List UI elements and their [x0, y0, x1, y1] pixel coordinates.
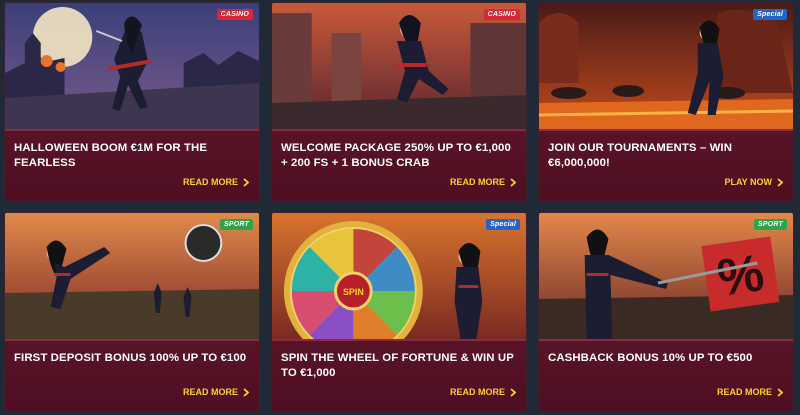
cta-label: READ MORE: [182, 177, 238, 187]
chevron-right-icon: [510, 387, 516, 397]
special-badge: Special: [486, 219, 520, 230]
cta-label: PLAY NOW: [724, 177, 772, 187]
promo-image-cashback[interactable]: % SPORT: [539, 213, 793, 339]
cta-label: READ MORE: [449, 177, 505, 187]
promo-image-first-deposit[interactable]: SPORT: [5, 213, 259, 339]
promo-card-wheel-of-fortune[interactable]: SPIN Special SPIN THE WHEEL OF FORTUNE &…: [271, 212, 527, 412]
promo-image-wheel[interactable]: SPIN Special: [272, 213, 526, 339]
divider: [539, 129, 793, 131]
promotions-grid: CASINO HALLOWEEN BOOM €1M FOR THE FEARLE…: [0, 0, 800, 415]
read-more-button[interactable]: READ MORE: [183, 387, 249, 397]
read-more-button[interactable]: READ MORE: [717, 387, 783, 397]
cashback-sign-text: %: [714, 243, 767, 307]
chevron-right-icon: [510, 177, 516, 187]
sport-badge: SPORT: [220, 219, 253, 230]
sport-badge: SPORT: [754, 219, 787, 230]
divider: [5, 129, 259, 131]
promo-card-first-deposit[interactable]: SPORT FIRST DEPOSIT BONUS 100% UP TO €10…: [4, 212, 260, 412]
casino-badge: CASINO: [216, 9, 253, 20]
promo-title: WELCOME PACKAGE 250% UP TO €1,000 + 200 …: [281, 142, 511, 169]
play-now-button[interactable]: PLAY NOW: [724, 177, 783, 187]
promo-image-halloween[interactable]: CASINO: [5, 3, 259, 129]
divider: [272, 129, 526, 131]
special-badge: Special: [753, 9, 787, 20]
chevron-right-icon: [243, 387, 249, 397]
promo-image-tournaments[interactable]: Special: [539, 3, 793, 129]
read-more-button[interactable]: READ MORE: [183, 177, 249, 187]
promo-image-welcome[interactable]: CASINO: [272, 3, 526, 129]
divider: [272, 339, 526, 341]
divider: [539, 339, 793, 341]
read-more-button[interactable]: READ MORE: [450, 177, 516, 187]
read-more-button[interactable]: READ MORE: [450, 387, 516, 397]
wheel-spin-label: SPIN: [343, 287, 364, 297]
promo-card-tournaments[interactable]: Special JOIN OUR TOURNAMENTS – WIN €6,00…: [538, 2, 794, 202]
cta-label: READ MORE: [182, 387, 238, 397]
promo-card-welcome-package[interactable]: CASINO WELCOME PACKAGE 250% UP TO €1,000…: [271, 2, 527, 202]
promo-title: SPIN THE WHEEL OF FORTUNE & WIN UP TO €1…: [281, 352, 514, 379]
chevron-right-icon: [243, 177, 249, 187]
cta-label: READ MORE: [449, 387, 505, 397]
divider: [5, 339, 259, 341]
promo-card-cashback[interactable]: % SPORT CASHBACK BONUS 10% UP TO €500 RE…: [538, 212, 794, 412]
promo-title: JOIN OUR TOURNAMENTS – WIN €6,000,000!: [548, 142, 733, 169]
promo-title: CASHBACK BONUS 10% UP TO €500: [548, 352, 753, 364]
promo-title: HALLOWEEN BOOM €1M FOR THE FEARLESS: [14, 142, 208, 169]
chevron-right-icon: [777, 177, 783, 187]
cta-label: READ MORE: [716, 387, 772, 397]
promo-title: FIRST DEPOSIT BONUS 100% UP TO €100: [14, 352, 247, 364]
promo-card-halloween[interactable]: CASINO HALLOWEEN BOOM €1M FOR THE FEARLE…: [4, 2, 260, 202]
casino-badge: CASINO: [483, 9, 520, 20]
chevron-right-icon: [777, 387, 783, 397]
